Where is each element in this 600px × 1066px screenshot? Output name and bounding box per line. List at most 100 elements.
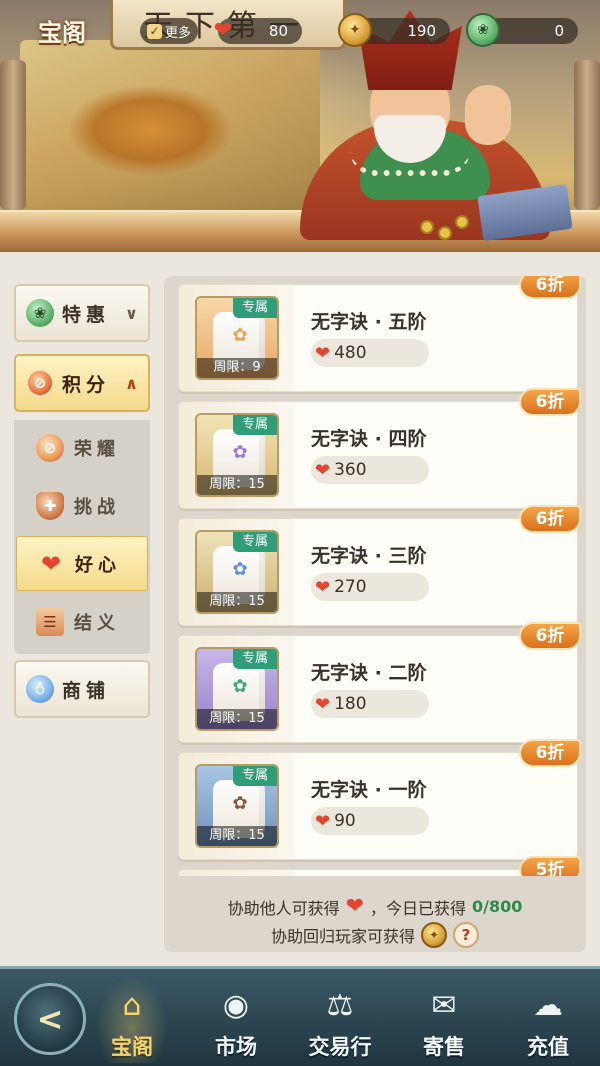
- jade-coin-icon: ❀: [466, 13, 500, 47]
- item-price-value: 360: [334, 460, 367, 480]
- sidebar-subitem-honor[interactable]: ⊘ 荣耀: [16, 420, 148, 475]
- gourd-icon: ♁: [26, 675, 54, 703]
- help-button[interactable]: ?: [453, 922, 479, 948]
- heart-points-icon: ❤: [315, 459, 331, 481]
- item-price-value: 270: [334, 577, 367, 597]
- weekly-limit: 周限：15: [197, 826, 277, 846]
- shield-icon: ✚: [36, 491, 64, 520]
- shop-item-card[interactable]: ✿ 专属 周限：15 无字诀 · 一阶 ❤ 90 6折: [178, 739, 581, 860]
- chevron-down-icon: ∨: [125, 303, 138, 323]
- nav-item-market[interactable]: ◉ 市场: [190, 983, 282, 1065]
- item-name: 无字诀 · 四阶: [311, 428, 427, 450]
- gold-coin-value: 190: [407, 22, 436, 40]
- scale-icon: ⚖: [326, 987, 354, 1023]
- heart-points-icon: ❤: [213, 17, 233, 43]
- item-name: 无字诀 · 三阶: [311, 545, 427, 567]
- discount-badge: 6折: [519, 505, 581, 533]
- heart-points-icon: ❤: [345, 894, 365, 919]
- item-price-value: 180: [334, 694, 367, 714]
- heart-points-counter[interactable]: ❤ 80: [214, 18, 302, 44]
- discount-badge: 6折: [519, 622, 581, 650]
- nav-item-treasure-pavilion[interactable]: ⌂ 宝阁: [86, 977, 178, 1065]
- item-name: 无字诀 · 五阶: [311, 311, 427, 333]
- sidebar-subitem-label: 挑战: [74, 496, 120, 518]
- shop-item-card[interactable]: ✿ 专属 周限：9 无字诀 · 五阶 ❤ 480 6折: [178, 276, 581, 392]
- heart-points-icon: ❤: [315, 693, 331, 715]
- weekly-limit: 周限：15: [197, 709, 277, 729]
- item-name: 无字诀 · 一阶: [311, 779, 427, 801]
- coin-decor: [438, 226, 452, 240]
- item-thumbnail: ✿ 专属 周限：15: [195, 647, 279, 731]
- item-thumbnail: ✿ 专属 周限：15: [195, 764, 279, 848]
- weekly-limit: 周限：15: [197, 592, 277, 612]
- top-bar: 天下第一商 宝阁 ✓ 更多 ❤ 80 ✦ 190 ❀ 0: [0, 0, 600, 60]
- coin-decor: [420, 220, 434, 234]
- item-thumbnail: ✿ 专属 周限：15: [195, 413, 279, 497]
- lotus-icon: ✿: [232, 442, 248, 463]
- assist-info-line-2: 协助回归玩家可获得 ✦ ?: [164, 922, 586, 948]
- heart-points-icon: ❤: [315, 342, 331, 364]
- item-price: ❤ 180: [311, 690, 429, 718]
- pillar-left: [0, 60, 26, 210]
- item-price-value: 90: [334, 811, 356, 831]
- nav-item-recharge[interactable]: ☁ 充值: [502, 983, 594, 1065]
- nav-item-trading-house[interactable]: ⚖ 交易行: [294, 983, 386, 1065]
- sidebar-item-special[interactable]: ❀ 特惠 ∨: [14, 284, 150, 342]
- honor-icon: ⊘: [36, 433, 64, 462]
- item-name: 无字诀 · 二阶: [311, 662, 427, 684]
- back-arrow-icon[interactable]: <: [14, 983, 86, 1055]
- autumn-tree-art: [40, 70, 260, 200]
- jade-icon: ❀: [26, 299, 54, 327]
- item-list[interactable]: ✿ 专属 周限：9 无字诀 · 五阶 ❤ 480 6折 ✿ 专属 周限：15 无…: [164, 276, 586, 952]
- weekly-limit: 周限：15: [197, 475, 277, 495]
- shop-item-card[interactable]: ✿ 专属 周限：15 无字诀 · 三阶 ❤ 270 6折: [178, 505, 581, 626]
- item-price: ❤ 270: [311, 573, 429, 601]
- item-price: ❤ 360: [311, 456, 429, 484]
- sidebar-subitem-challenge[interactable]: ✚ 挑战: [16, 478, 148, 533]
- heart-points-icon: ❤: [315, 810, 331, 832]
- more-button[interactable]: ✓ 更多: [140, 18, 198, 44]
- heart-points-icon: ❤: [315, 576, 331, 598]
- sidebar-subitem-label: 好心: [75, 554, 121, 576]
- sidebar-item-label: 积分: [62, 373, 111, 396]
- sidebar-item-shop[interactable]: ♁ 商铺: [14, 660, 150, 718]
- heart-points-value: 80: [268, 22, 288, 40]
- discount-badge: 6折: [519, 739, 581, 767]
- exclusive-tag: 专属: [233, 415, 277, 435]
- chevron-up-icon: ∧: [125, 373, 138, 393]
- exclusive-tag: 专属: [233, 298, 277, 318]
- shop-item-card[interactable]: ✿ 专属 周限：15 无字诀 · 四阶 ❤ 360 6折: [178, 388, 581, 509]
- shop-item-card[interactable]: ✿ 专属 周限：15 无字诀 · 二阶 ❤ 180 6折: [178, 622, 581, 743]
- sidebar-item-label: 商铺: [62, 679, 111, 702]
- more-label: 更多: [164, 25, 191, 41]
- item-price: ❤ 480: [311, 339, 429, 367]
- item-thumbnail: ✿ 专属 周限：15: [195, 530, 279, 614]
- sidebar-subitem-brotherhood[interactable]: ☰ 结义: [16, 594, 148, 649]
- sidebar-subitem-kindness[interactable]: ❤ 好心: [16, 536, 148, 591]
- exclusive-tag: 专属: [233, 766, 277, 786]
- points-subcategory-panel: ⊘ 荣耀 ✚ 挑战 ❤ 好心 ☰ 结义: [14, 420, 150, 654]
- sidebar-item-points[interactable]: ⊘ 积分 ∧: [14, 354, 150, 412]
- discount-badge: 6折: [519, 388, 581, 416]
- jade-coin-counter[interactable]: ❀ 0: [466, 13, 578, 47]
- bottom-nav: < ⌂ 宝阁 ◉ 市场 ⚖ 交易行 ✉ 寄售 ☁ 充值: [0, 966, 600, 1066]
- item-thumbnail: ✿ 专属 周限：9: [195, 296, 279, 380]
- nav-item-consign[interactable]: ✉ 寄售: [398, 983, 490, 1065]
- consign-icon: ✉: [431, 987, 457, 1023]
- assist-info: 协助他人可获得 ❤ ，今日已获得 0/800 协助回归玩家可获得 ✦ ?: [164, 876, 586, 952]
- coin-icon: ◉: [222, 987, 250, 1023]
- page-title: 宝阁: [38, 17, 86, 47]
- lotus-icon: ✿: [232, 793, 248, 814]
- pavilion-icon: ⌂: [122, 987, 142, 1023]
- daily-earned-count: 0/800: [472, 897, 523, 916]
- exclusive-tag: 专属: [233, 649, 277, 669]
- heart-icon: ❤: [40, 549, 62, 578]
- gold-coin-counter[interactable]: ✦ 190: [338, 13, 450, 47]
- points-icon: ⊘: [26, 369, 54, 397]
- check-icon: ✓: [146, 23, 162, 39]
- weekly-limit: 周限：9: [197, 358, 277, 378]
- lotus-icon: ✿: [232, 559, 248, 580]
- exclusive-tag: 专属: [233, 532, 277, 552]
- gold-coin-icon: ✦: [338, 13, 372, 47]
- item-price: ❤ 90: [311, 807, 429, 835]
